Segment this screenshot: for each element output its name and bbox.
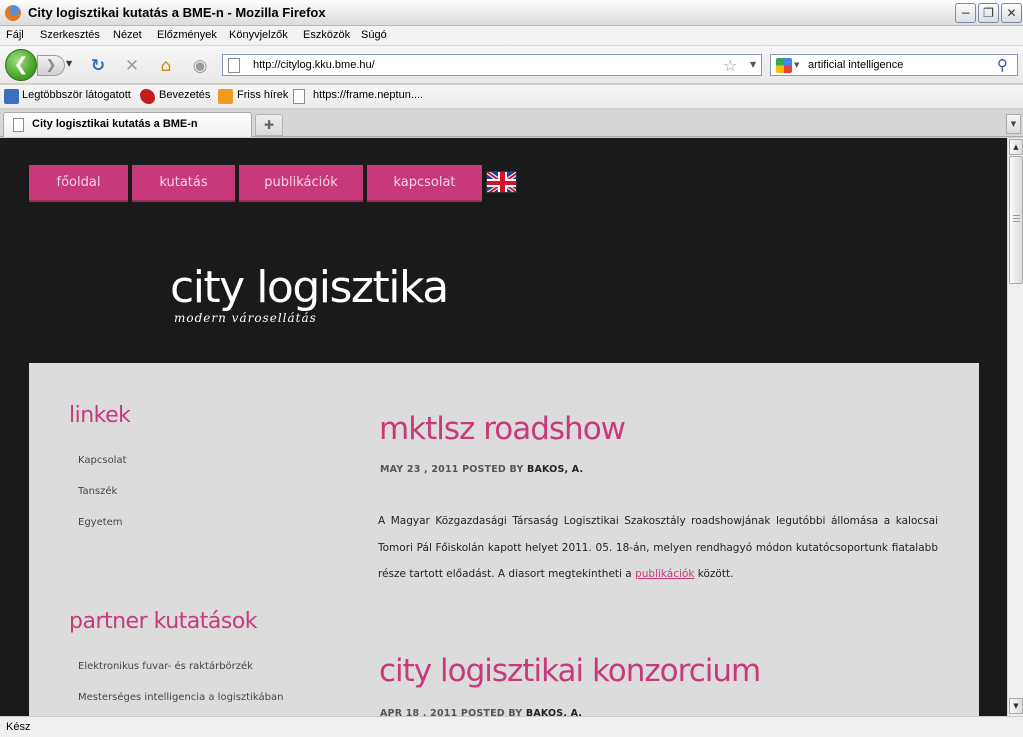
- flag-cross-red: [500, 172, 505, 192]
- page-icon: [228, 58, 240, 73]
- scroll-up-button[interactable]: ▲: [1009, 139, 1023, 155]
- menu-history[interactable]: Előzmények: [157, 29, 217, 41]
- post-author: BAKOS, A.: [527, 464, 584, 475]
- page-icon: [13, 118, 24, 132]
- close-button[interactable]: ✕: [1001, 3, 1022, 23]
- status-bar: Kész: [0, 716, 1023, 737]
- most-visited-icon: [4, 89, 19, 104]
- back-button[interactable]: ❮: [5, 49, 37, 81]
- post-text-end: között.: [694, 568, 734, 580]
- sidebar-link-mesterseges-intelligencia[interactable]: Mesterséges intelligencia a logisztikába…: [78, 692, 283, 703]
- post-body: A Magyar Közgazdasági Társaság Logisztik…: [378, 508, 938, 588]
- window-title: City logisztikai kutatás a BME-n - Mozil…: [28, 5, 326, 20]
- url-bar[interactable]: http://citylog.kku.bme.hu/ ☆ ▼: [222, 54, 762, 76]
- menu-view[interactable]: Nézet: [113, 29, 142, 41]
- post-title[interactable]: mktlsz roadshow: [379, 411, 626, 447]
- maximize-button[interactable]: ❐: [978, 3, 999, 23]
- nav-fooldal[interactable]: főoldal: [29, 165, 128, 202]
- search-engine-dropdown-icon[interactable]: ▼: [794, 61, 799, 69]
- plus-icon: ✚: [263, 118, 275, 132]
- menu-file[interactable]: Fájl: [6, 29, 24, 41]
- site-title: city logisztika: [170, 262, 449, 313]
- google-icon[interactable]: [776, 58, 792, 73]
- scrollbar-thumb[interactable]: [1009, 156, 1023, 284]
- post-author: BAKOS, A.: [525, 708, 583, 716]
- firefox-logo-icon: [5, 5, 21, 21]
- title-bar: City logisztikai kutatás a BME-n - Mozil…: [0, 0, 1023, 26]
- post-title[interactable]: city logisztikai konzorcium: [379, 653, 761, 689]
- nav-kutatas[interactable]: kutatás: [132, 165, 235, 202]
- search-input[interactable]: artificial intelligence: [808, 59, 903, 71]
- reload-icon[interactable]: ↻: [88, 56, 108, 76]
- rss-icon: [218, 89, 233, 104]
- page-viewport: főoldal kutatás publikációk kapcsolat ci…: [0, 138, 1007, 716]
- bookmarks-toolbar: Legtöbbször látogatott Bevezetés Friss h…: [0, 85, 1023, 109]
- sidebar-link-borzek[interactable]: Elektronikus fuvar- és raktárbörzék: [78, 661, 253, 672]
- search-bar[interactable]: ▼ artificial intelligence ⚲: [770, 54, 1018, 76]
- post-meta: MAY 23 , 2011 POSTED BY BAKOS, A.: [380, 464, 583, 475]
- english-flag-icon[interactable]: [486, 171, 517, 193]
- history-dropdown-icon[interactable]: ▼: [66, 59, 72, 68]
- tab-list-button[interactable]: ▼: [1006, 114, 1021, 134]
- sidebar-link-kapcsolat[interactable]: Kapcsolat: [78, 455, 127, 466]
- scroll-down-button[interactable]: ▼: [1009, 698, 1023, 714]
- close-icon: ✕: [1006, 6, 1017, 20]
- bookmark-friss-hirek[interactable]: Friss hírek: [237, 89, 288, 101]
- nav-publikaciok[interactable]: publikációk: [239, 165, 363, 202]
- sidebar-link-egyetem[interactable]: Egyetem: [78, 517, 123, 528]
- post-date: APR 18 , 2011 POSTED BY: [380, 708, 523, 716]
- maximize-icon: ❐: [983, 6, 994, 20]
- url-text[interactable]: http://citylog.kku.bme.hu/: [253, 59, 375, 71]
- forward-arrow-icon: ❯: [45, 58, 57, 73]
- bookmark-neptun[interactable]: https://frame.neptun....: [313, 89, 423, 101]
- chevron-up-icon: ▲: [1013, 143, 1019, 151]
- bookmark-bevezetes[interactable]: Bevezetés: [159, 89, 210, 101]
- sidebar-links-heading: linkek: [69, 403, 131, 428]
- search-icon[interactable]: ⚲: [997, 56, 1008, 74]
- menu-bar: Fájl Szerkesztés Nézet Előzmények Könyvj…: [0, 26, 1023, 46]
- bevezetes-icon: [140, 89, 155, 104]
- tab-label: City logisztikai kutatás a BME-n: [32, 118, 198, 130]
- post-meta: APR 18 , 2011 POSTED BY BAKOS, A.: [380, 708, 582, 716]
- publikaciok-link[interactable]: publikációk: [635, 568, 694, 580]
- sidebar-link-tanszek[interactable]: Tanszék: [78, 486, 117, 497]
- url-dropdown-icon[interactable]: ▼: [750, 60, 756, 69]
- status-text: Kész: [6, 721, 31, 733]
- tab-citylog[interactable]: City logisztikai kutatás a BME-n: [3, 112, 252, 137]
- network-icon[interactable]: ◉: [190, 56, 210, 76]
- nav-kapcsolat[interactable]: kapcsolat: [367, 165, 482, 202]
- menu-bookmarks[interactable]: Könyvjelzők: [229, 29, 288, 41]
- vertical-scrollbar[interactable]: ▲ ▼: [1007, 138, 1023, 716]
- content-area: linkek Kapcsolat Tanszék Egyetem partner…: [29, 363, 979, 716]
- post-date: MAY 23 , 2011 POSTED BY: [380, 464, 524, 475]
- site-subtitle: modern városellátás: [174, 311, 317, 325]
- bookmark-most-visited[interactable]: Legtöbbször látogatott: [22, 89, 131, 101]
- bookmark-star-icon[interactable]: ☆: [723, 56, 737, 75]
- home-icon[interactable]: ⌂: [156, 56, 176, 76]
- sidebar-partners-heading: partner kutatások: [69, 609, 258, 634]
- forward-button[interactable]: ❯: [37, 55, 65, 76]
- page-icon: [293, 89, 305, 104]
- tab-bar: City logisztikai kutatás a BME-n ✚ ▼: [0, 110, 1023, 137]
- new-tab-button[interactable]: ✚: [255, 114, 283, 136]
- minimize-icon: −: [960, 6, 971, 20]
- back-arrow-icon: ❮: [13, 54, 29, 75]
- minimize-button[interactable]: −: [955, 3, 976, 23]
- stop-icon[interactable]: ✕: [122, 56, 142, 76]
- menu-help[interactable]: Súgó: [361, 29, 387, 41]
- chevron-down-icon: ▼: [1013, 702, 1019, 710]
- chevron-down-icon: ▼: [1010, 120, 1017, 128]
- menu-tools[interactable]: Eszközök: [303, 29, 350, 41]
- menu-edit[interactable]: Szerkesztés: [40, 29, 100, 41]
